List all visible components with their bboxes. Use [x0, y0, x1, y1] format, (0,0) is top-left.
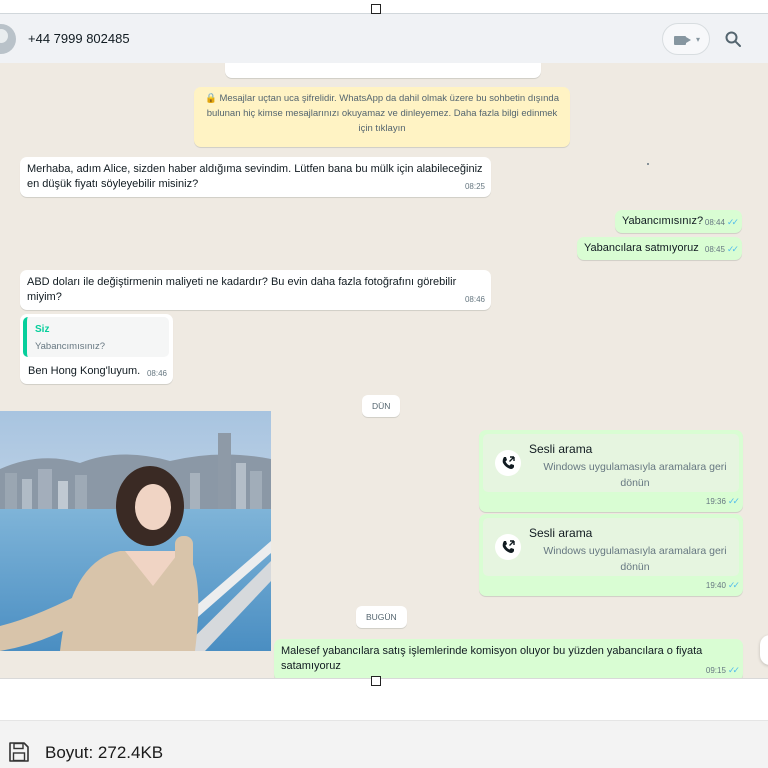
message-text: Merhaba, adım Alice, sizden haber aldığı… [27, 163, 483, 190]
canvas-margin [0, 678, 768, 720]
quote-text: Yabancımısınız? [35, 341, 106, 352]
quoted-message[interactable]: Siz Yabancımısınız? [23, 317, 169, 357]
outgoing-message[interactable]: Yabancılara satmıyoruz 08:45 ✓✓ [577, 237, 742, 260]
message-text: Ben Hong Kong'luyum. [28, 365, 141, 377]
message-time-group: 08:44 ✓✓ [704, 215, 739, 230]
voice-call-card[interactable]: Sesli arama Windows uygulamasıyla aramal… [483, 518, 739, 576]
message-time-group: 08:45 ✓✓ [704, 242, 739, 257]
read-ticks-icon: ✓✓ [727, 665, 740, 675]
chevron-down-icon: ▾ [696, 35, 701, 44]
message-time: 08:46 [146, 369, 167, 378]
encryption-notice-text: 🔒 Mesajlar uçtan uca şifrelidir. WhatsAp… [204, 93, 559, 134]
message-time: 19:40 [705, 581, 726, 590]
contact-name[interactable]: +44 7999 802485 [28, 31, 130, 46]
previous-message-bubble [225, 63, 541, 78]
read-ticks-icon: ✓✓ [726, 217, 739, 227]
resize-handle-top[interactable] [371, 4, 381, 14]
message-time-group: 09:15 ✓✓ [705, 663, 740, 678]
message-text: Malesef yabancılara satış işlemlerinde k… [281, 645, 703, 672]
video-call-button[interactable]: ▾ [662, 23, 710, 55]
incoming-photo[interactable] [0, 411, 271, 651]
floppy-disk-icon[interactable] [8, 741, 30, 763]
outgoing-message[interactable]: Malesef yabancılara satış işlemlerinde k… [274, 639, 743, 678]
message-time: 09:15 [705, 666, 726, 675]
read-ticks-icon: ✓✓ [726, 244, 739, 254]
video-camera-icon [674, 36, 686, 45]
call-subtitle: Windows uygulamasıyla aramalara geri dön… [543, 545, 727, 573]
resize-handle-bottom[interactable] [371, 676, 381, 686]
incoming-reply-message[interactable]: Siz Yabancımısınız? Ben Hong Kong'luyum.… [20, 314, 173, 384]
search-icon[interactable] [724, 30, 742, 48]
chat-area: 🔒 Mesajlar uçtan uca şifrelidir. WhatsAp… [0, 63, 768, 678]
message-time: 08:46 [464, 295, 485, 304]
image-viewer-status-bar: Boyut: 272.4KB [0, 720, 768, 768]
message-text: Yabancılara satmıyoruz [584, 242, 699, 254]
photo-image [0, 411, 271, 651]
outgoing-call-message[interactable]: Sesli arama Windows uygulamasıyla aramal… [479, 430, 743, 512]
message-text: Yabancımısınız? [622, 215, 704, 227]
phone-call-icon [495, 534, 521, 560]
call-title: Sesli arama [529, 442, 593, 456]
message-time: 19:36 [705, 497, 726, 506]
call-title: Sesli arama [529, 526, 593, 540]
incoming-message[interactable]: Merhaba, adım Alice, sizden haber aldığı… [20, 157, 491, 197]
message-time: 08:44 [704, 218, 725, 227]
voice-call-card[interactable]: Sesli arama Windows uygulamasıyla aramal… [483, 434, 739, 492]
contact-avatar[interactable] [0, 24, 16, 54]
message-time: 08:25 [464, 182, 485, 191]
outgoing-message[interactable]: Yabancımısınız? 08:44 ✓✓ [615, 210, 742, 233]
call-subtitle: Windows uygulamasıyla aramalara geri dön… [543, 461, 727, 489]
phone-call-icon [495, 450, 521, 476]
incoming-message[interactable]: ABD doları ile değiştirmenin maliyeti ne… [20, 270, 491, 310]
read-ticks-icon: ✓✓ [727, 496, 740, 506]
decorative-dot [647, 163, 649, 165]
quote-author: Siz [35, 324, 50, 335]
scroll-to-bottom-button[interactable] [760, 635, 768, 665]
message-text: ABD doları ile değiştirmenin maliyeti ne… [27, 276, 457, 303]
outgoing-call-message[interactable]: Sesli arama Windows uygulamasıyla aramal… [479, 514, 743, 596]
message-time-group: 19:40 ✓✓ [705, 578, 740, 593]
file-size-label: Boyut: 272.4KB [45, 743, 164, 762]
date-separator-today: BUGÜN [356, 606, 407, 628]
encryption-notice[interactable]: 🔒 Mesajlar uçtan uca şifrelidir. WhatsAp… [194, 87, 570, 147]
chat-header: +44 7999 802485 ▾ [0, 13, 768, 63]
screenshot-frame: +44 7999 802485 ▾ 🔒 Mesajlar uçtan uca ş… [0, 0, 768, 768]
message-time-group: 19:36 ✓✓ [705, 494, 740, 509]
date-separator-yesterday: DÜN [362, 395, 401, 417]
read-ticks-icon: ✓✓ [727, 580, 740, 590]
message-time: 08:45 [704, 245, 725, 254]
